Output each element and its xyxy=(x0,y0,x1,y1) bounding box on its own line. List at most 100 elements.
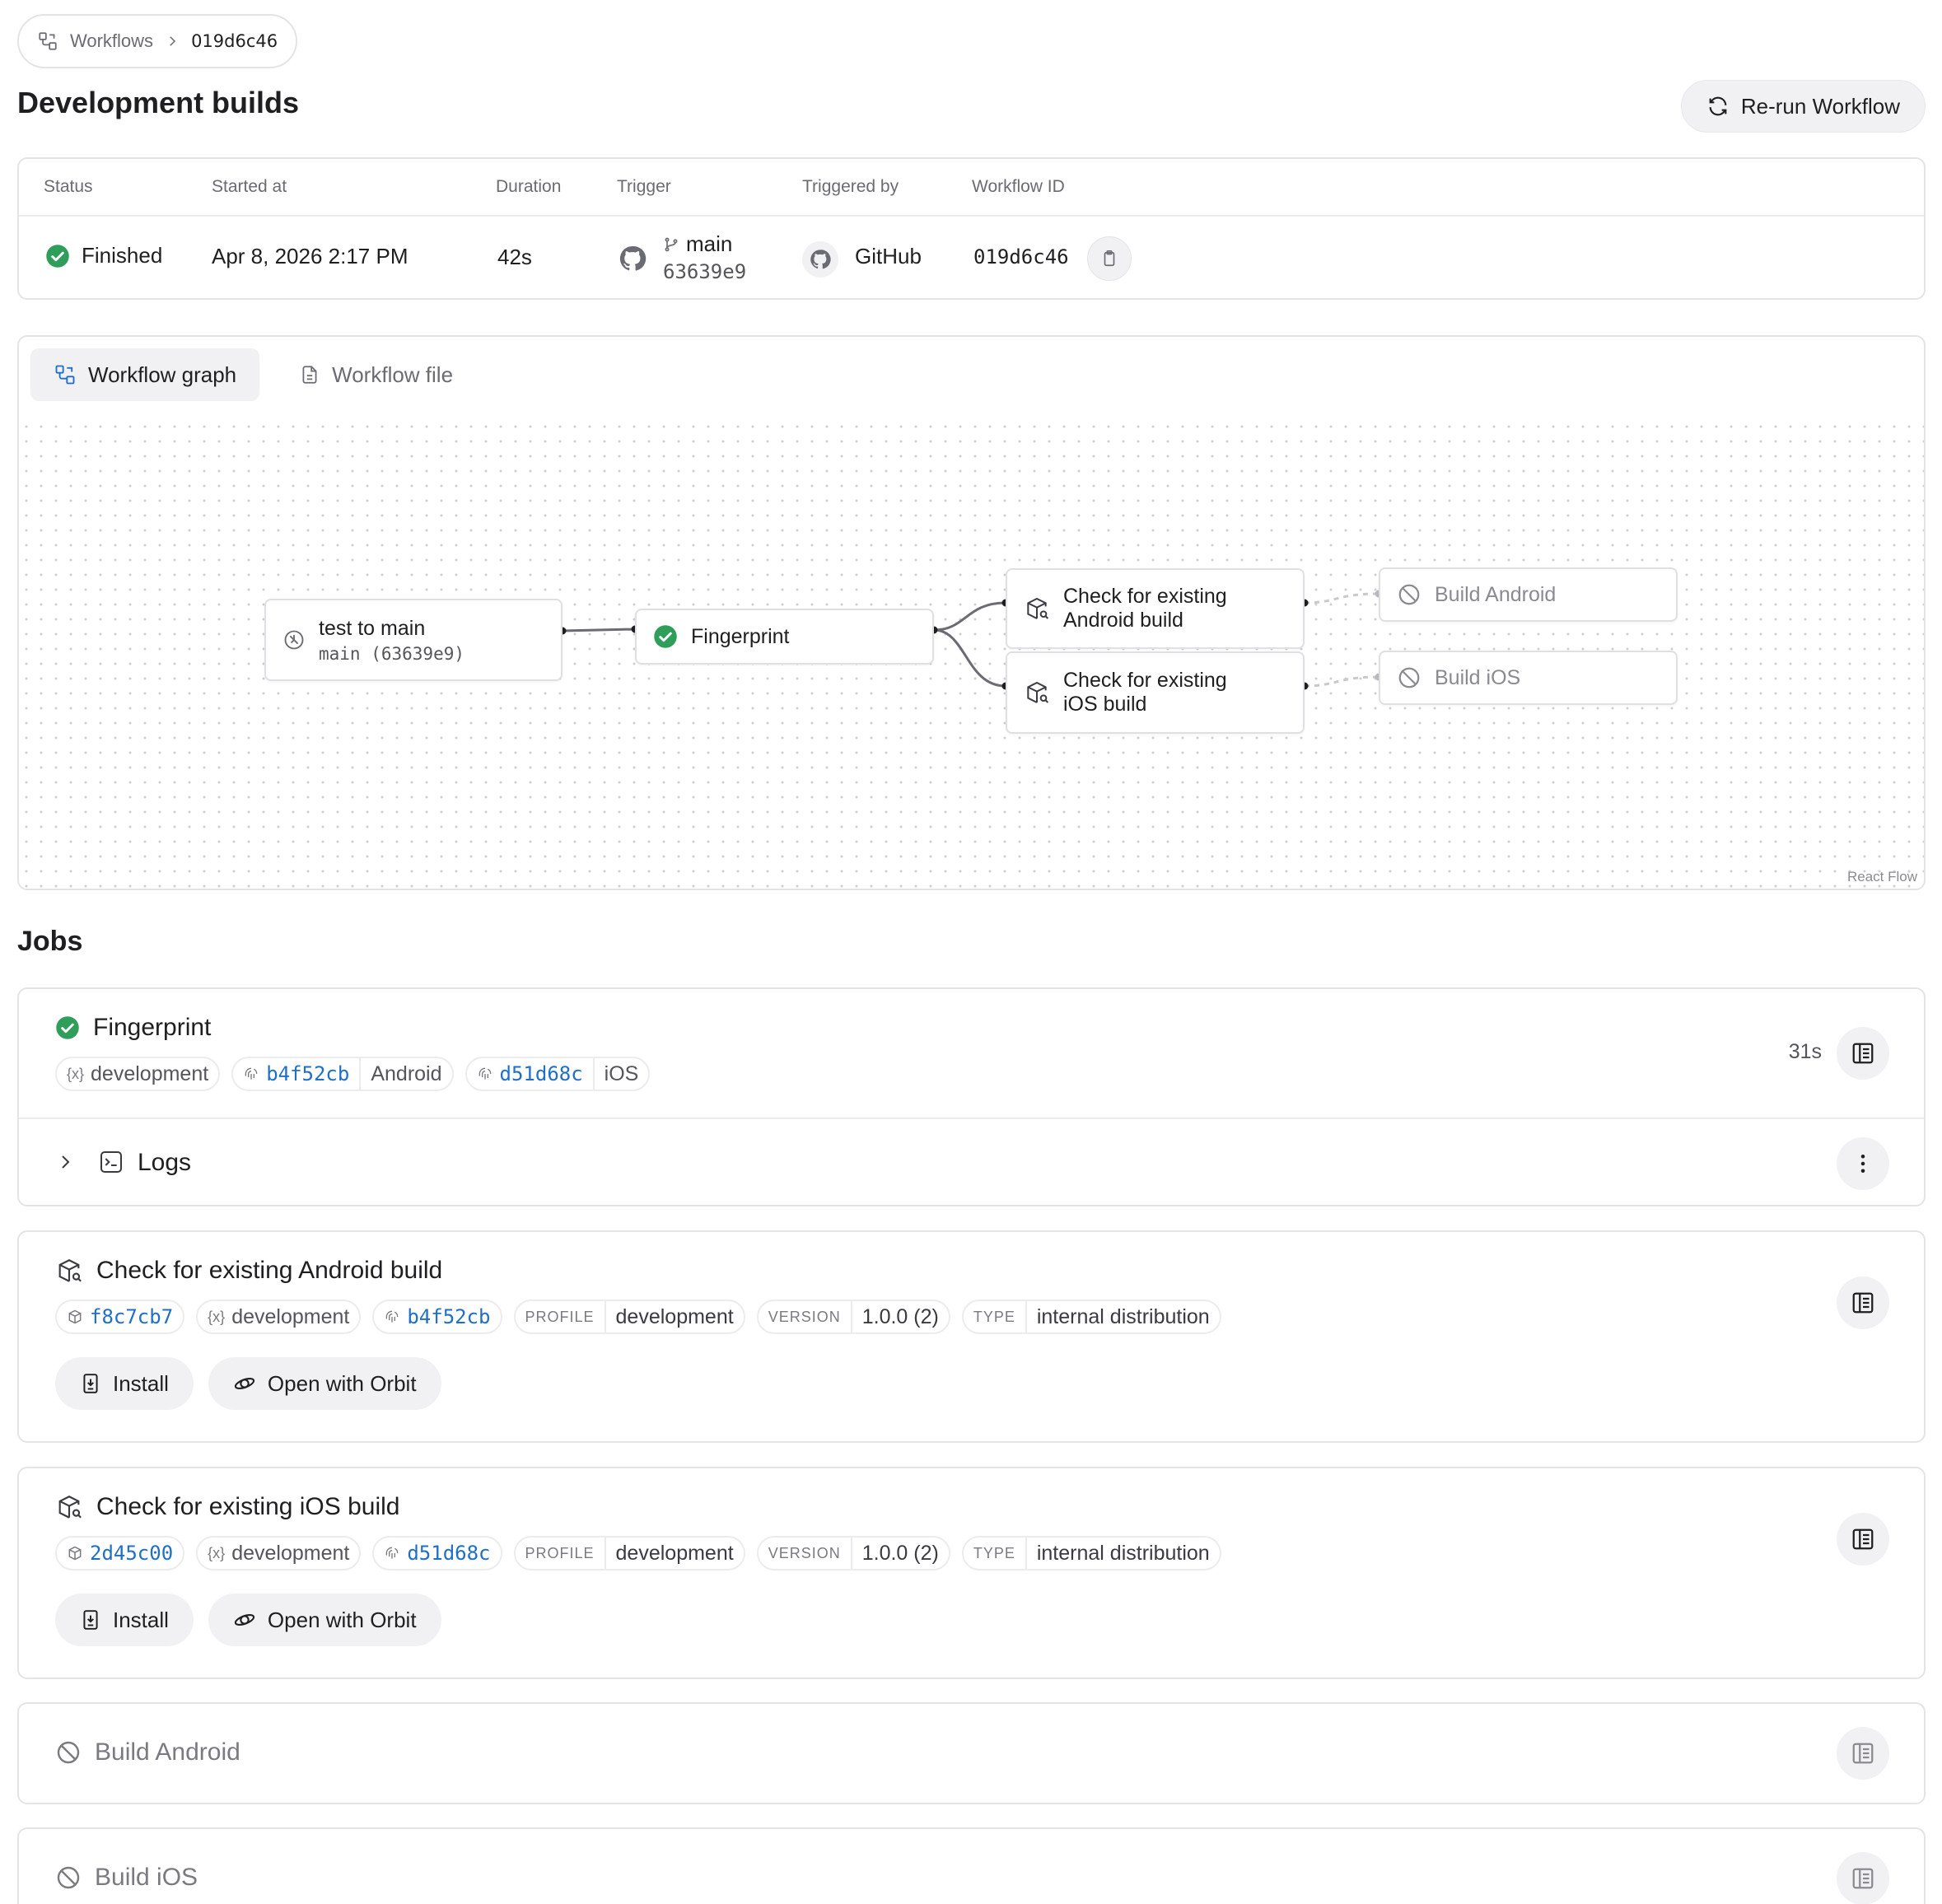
profile-value: development xyxy=(615,1541,734,1565)
workflow-summary-card: Status Started at Duration Trigger Trigg… xyxy=(17,157,1926,300)
tab-workflow-file-label: Workflow file xyxy=(332,362,454,387)
fingerprint-icon xyxy=(384,1309,400,1325)
open-with-orbit-button[interactable]: Open with Orbit xyxy=(208,1594,441,1646)
install-button[interactable]: Install xyxy=(55,1594,194,1646)
skip-icon xyxy=(55,1864,82,1891)
type-label: TYPE xyxy=(973,1544,1015,1561)
node-build-android[interactable]: Build Android xyxy=(1379,567,1678,622)
install-label: Install xyxy=(113,1370,169,1396)
package-search-icon xyxy=(1024,595,1050,622)
edge-ios-build xyxy=(1304,675,1379,688)
rerun-workflow-label: Re-run Workflow xyxy=(1740,93,1900,119)
env-pill[interactable]: {x} development xyxy=(55,1057,221,1091)
job-check-ios-title: Check for existing iOS build xyxy=(55,1493,400,1521)
job-check-ios: Check for existing iOS build 2d45c00 {x}… xyxy=(17,1467,1926,1679)
node-trigger-sub: main (63639e9) xyxy=(319,643,465,664)
job-build-ios-title: Build iOS xyxy=(55,1864,198,1892)
build-id-value[interactable]: 2d45c00 xyxy=(90,1542,173,1565)
job-check-android-details-button[interactable] xyxy=(1837,1276,1889,1329)
profile-value: development xyxy=(615,1304,734,1328)
branch-icon xyxy=(663,236,679,253)
profile-label: PROFILE xyxy=(525,1544,595,1561)
node-build-ios-label: Build iOS xyxy=(1435,665,1521,689)
trigger-branch: main xyxy=(663,231,732,257)
ios-fingerprint-pill[interactable]: d51d68c iOS xyxy=(464,1057,651,1091)
react-flow-attribution[interactable]: React Flow xyxy=(1847,869,1917,885)
status-value: Finished xyxy=(45,243,162,268)
android-fingerprint-hash[interactable]: b4f52cb xyxy=(266,1062,349,1085)
jobs-heading: Jobs xyxy=(17,926,83,957)
status-header: Status xyxy=(44,177,93,196)
version-pill: VERSION 1.0.0 (2) xyxy=(756,1300,950,1334)
check-circle-icon xyxy=(45,244,70,268)
trigger-branch-name: main xyxy=(686,231,733,256)
node-fingerprint[interactable]: Fingerprint xyxy=(635,609,934,665)
tab-workflow-graph-label: Workflow graph xyxy=(88,362,237,387)
fingerprint-pill[interactable]: b4f52cb xyxy=(372,1300,502,1334)
job-build-ios-name: Build iOS xyxy=(95,1864,198,1891)
job-fingerprint-details-button[interactable] xyxy=(1837,1027,1889,1080)
job-check-android: Check for existing Android build f8c7cb7… xyxy=(17,1230,1926,1443)
job-check-ios-name: Check for existing iOS build xyxy=(96,1493,400,1520)
fingerprint-pill[interactable]: d51d68c xyxy=(372,1536,502,1570)
profile-pill: PROFILE development xyxy=(513,1536,745,1570)
job-check-ios-pills: 2d45c00 {x} development d51d68c PROFILE … xyxy=(55,1536,1221,1570)
started-at-header: Started at xyxy=(212,177,287,196)
type-value: internal distribution xyxy=(1036,1304,1210,1328)
tab-workflow-file[interactable]: Workflow file xyxy=(276,348,476,401)
job-fingerprint-name: Fingerprint xyxy=(93,1014,212,1041)
job-check-ios-details-button[interactable] xyxy=(1837,1513,1889,1566)
env-pill[interactable]: {x} development xyxy=(196,1536,362,1570)
graph-tabs: Workflow graph Workflow file xyxy=(30,348,476,401)
node-check-ios-line1: Check for existing xyxy=(1063,669,1227,692)
graph-canvas[interactable]: test to main main (63639e9) Fingerprint … xyxy=(19,419,1924,889)
fingerprint-hash[interactable]: d51d68c xyxy=(407,1542,490,1565)
android-platform-label: Android xyxy=(371,1062,442,1085)
node-check-android[interactable]: Check for existing Android build xyxy=(1006,568,1305,649)
triggered-by-header: Triggered by xyxy=(802,177,899,196)
rerun-workflow-button[interactable]: Re-run Workflow xyxy=(1680,80,1926,133)
logs-more-button[interactable] xyxy=(1837,1137,1889,1190)
node-build-ios[interactable]: Build iOS xyxy=(1379,651,1678,705)
duration-header: Duration xyxy=(496,177,562,196)
open-with-orbit-label: Open with Orbit xyxy=(267,1370,417,1396)
clipboard-icon xyxy=(1104,250,1115,267)
env-pill[interactable]: {x} development xyxy=(196,1300,362,1334)
job-check-android-title: Check for existing Android build xyxy=(55,1257,442,1285)
ios-fingerprint-hash[interactable]: d51d68c xyxy=(500,1062,583,1085)
fingerprint-hash[interactable]: b4f52cb xyxy=(407,1305,490,1328)
open-with-orbit-button[interactable]: Open with Orbit xyxy=(208,1357,441,1410)
breadcrumb-current: 019d6c46 xyxy=(191,31,278,51)
job-build-android-details-button[interactable] xyxy=(1837,1727,1889,1780)
type-label: TYPE xyxy=(973,1308,1015,1325)
build-id-pill[interactable]: f8c7cb7 xyxy=(55,1300,185,1334)
copy-id-button[interactable] xyxy=(1087,236,1132,281)
install-button[interactable]: Install xyxy=(55,1357,194,1410)
android-fingerprint-pill[interactable]: b4f52cb Android xyxy=(231,1057,454,1091)
terminal-icon xyxy=(98,1149,124,1175)
build-id-value[interactable]: f8c7cb7 xyxy=(90,1305,173,1328)
chevron-right-icon[interactable] xyxy=(55,1152,75,1172)
env-value: development xyxy=(231,1541,350,1565)
node-trigger[interactable]: test to main main (63639e9) xyxy=(264,599,563,681)
package-search-icon xyxy=(1024,679,1050,706)
job-fingerprint-pills: {x} development b4f52cb Android d51d68c … xyxy=(55,1057,651,1091)
job-fingerprint-title: Fingerprint xyxy=(55,1014,211,1042)
job-build-ios: Build iOS xyxy=(17,1827,1926,1904)
orbit-icon xyxy=(234,1378,255,1389)
check-circle-icon xyxy=(653,624,678,649)
trigger-commit[interactable]: 63639e9 xyxy=(663,260,746,283)
job-check-android-pills: f8c7cb7 {x} development b4f52cb PROFILE … xyxy=(55,1300,1221,1334)
breadcrumb-workflows-link[interactable]: Workflows xyxy=(70,30,153,52)
check-circle-icon xyxy=(55,1015,80,1040)
package-search-icon xyxy=(55,1257,83,1285)
variable-icon: {x} xyxy=(208,1544,226,1561)
job-build-ios-details-button[interactable] xyxy=(1837,1852,1889,1904)
tab-workflow-graph[interactable]: Workflow graph xyxy=(30,348,260,401)
build-id-pill[interactable]: 2d45c00 xyxy=(55,1536,185,1570)
node-check-ios[interactable]: Check for existing iOS build xyxy=(1006,651,1305,734)
open-with-orbit-label: Open with Orbit xyxy=(267,1607,417,1632)
job-fingerprint-logs-row[interactable]: Logs xyxy=(19,1118,1924,1208)
workflow-icon xyxy=(37,30,58,52)
env-value: development xyxy=(231,1304,350,1328)
